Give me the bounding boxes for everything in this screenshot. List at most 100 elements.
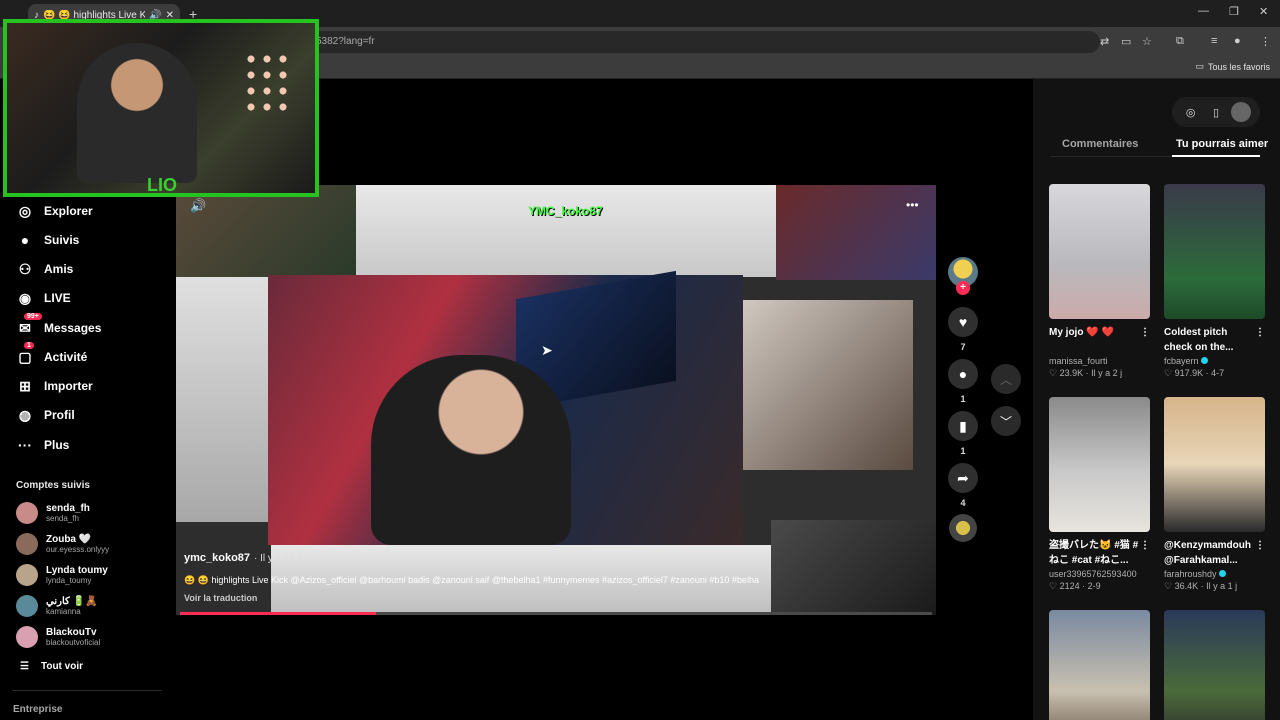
translate-icon[interactable]: ⇄ xyxy=(1100,35,1109,48)
following-account[interactable]: كارني 🔋🧸 kamianna xyxy=(16,595,97,617)
card-title-row: @Kenzymamdouh @Farahkamal... ⋮ xyxy=(1164,538,1265,568)
notification-badge: 1 xyxy=(24,342,34,349)
webcam-overlay: LIO xyxy=(3,19,319,197)
sidebar-item-importer[interactable]: ⊞ Importer xyxy=(16,377,93,395)
suggested-video-card[interactable]: @Kenzymamdouh @Farahkamal... ⋮ farahroushd… xyxy=(1164,397,1265,592)
tab-suggested[interactable]: Tu pourrais aimer xyxy=(1176,138,1268,150)
video-progress-bar[interactable] xyxy=(180,612,932,615)
tab-comments[interactable]: Commentaires xyxy=(1062,138,1138,150)
suggested-video-card[interactable]: Coldest pitch check on the... ⋮ fcbayern ♡ … xyxy=(1164,184,1265,379)
suggested-video-card[interactable]: My jojo ❤️ ❤️ ⋮ manissa_fourti ♡ 23.9K · Il… xyxy=(1049,184,1150,379)
phone-icon[interactable]: ▯ xyxy=(1206,102,1226,122)
sidebar-item-plus[interactable]: ··· Plus xyxy=(16,436,69,454)
webcam-person xyxy=(77,43,197,183)
minimize-button[interactable]: — xyxy=(1198,5,1209,17)
verified-badge-icon xyxy=(1200,357,1208,364)
video-thumbnail[interactable] xyxy=(1049,397,1150,532)
entreprise-link[interactable]: Entreprise xyxy=(13,704,62,715)
video-more-icon[interactable]: ••• xyxy=(906,198,919,212)
video-tile-right xyxy=(743,300,913,470)
following-account[interactable]: Lynda toumy lynda_toumy xyxy=(16,564,108,586)
volume-icon[interactable]: 🔊 xyxy=(190,198,206,214)
card-user-row[interactable]: manissa_fourti xyxy=(1049,356,1150,366)
sidebar-item-label: Explorer xyxy=(44,204,93,218)
sidebar-item-label: LIVE xyxy=(44,291,71,305)
follow-plus-button[interactable]: + xyxy=(956,281,970,295)
following-account-text: Lynda toumy lynda_toumy xyxy=(46,565,108,585)
video-author[interactable]: ymc_koko87 · Il y a 12 h xyxy=(184,552,304,564)
following-account[interactable]: senda_fh senda_fh xyxy=(16,502,90,524)
sidebar-item-explorer[interactable]: ◎ Explorer xyxy=(16,202,93,220)
right-panel-toolbar: ◎ ▯ xyxy=(1172,97,1260,127)
suggested-video-card[interactable] xyxy=(1164,610,1265,720)
video-time: · Il y a 12 h xyxy=(254,553,304,564)
translate-link[interactable]: Voir la traduction xyxy=(184,593,257,603)
card-more-icon[interactable]: ⋮ xyxy=(1255,538,1265,568)
bookmark-star-icon[interactable]: ☆ xyxy=(1142,35,1152,48)
sidebar-item-live[interactable]: ◉ LIVE xyxy=(16,289,71,307)
heart-icon: ♥ xyxy=(958,314,968,330)
card-more-icon[interactable]: ⋮ xyxy=(1255,325,1265,355)
card-user[interactable]: user33965762593400 xyxy=(1049,569,1137,579)
suggested-video-card[interactable]: 盗撮バレた😺 #猫 #ねこ #cat #ねこ... ⋮ user3396576259… xyxy=(1049,397,1150,592)
video-thumbnail[interactable] xyxy=(1049,610,1150,720)
video-tile-wall xyxy=(356,185,776,277)
chevron-up-icon: ︿ xyxy=(999,372,1012,387)
profile-avatar-icon[interactable]: ● xyxy=(1234,35,1241,47)
compass-small-icon[interactable]: ◎ xyxy=(1181,102,1201,122)
sidebar-item-label: Importer xyxy=(44,379,93,393)
next-video-button[interactable]: ﹀ xyxy=(991,406,1021,436)
card-title: 盗撮バレた😺 #猫 #ねこ #cat #ねこ... xyxy=(1049,540,1139,566)
like-button[interactable]: ♥ xyxy=(948,307,978,337)
all-bookmarks-button[interactable]: ▭ Tous les favoris xyxy=(1195,61,1270,72)
card-title-row: 盗撮バレた😺 #猫 #ねこ #cat #ねこ... ⋮ xyxy=(1049,538,1150,568)
following-handle: kamianna xyxy=(46,607,81,616)
window-close-button[interactable]: ✕ xyxy=(1259,5,1268,18)
sidebar-item-messages[interactable]: ✉ 99+ Messages xyxy=(16,313,102,337)
sound-disc[interactable] xyxy=(949,514,977,542)
following-account-text: كارني 🔋🧸 kamianna xyxy=(46,596,97,616)
user-avatar-icon[interactable] xyxy=(1231,102,1252,122)
sidebar-item-amis[interactable]: ⚇ Amis xyxy=(16,260,74,278)
video-thumbnail[interactable] xyxy=(1164,610,1265,720)
video-player[interactable] xyxy=(176,185,936,615)
card-user-row[interactable]: farahroushdy xyxy=(1164,569,1265,579)
sidebar-item-label: Messages xyxy=(44,321,102,335)
see-all-button[interactable]: ☰ Tout voir xyxy=(20,661,83,672)
following-handle: blackoutvoficial xyxy=(46,638,101,647)
address-bar[interactable]: 5382?lang=fr xyxy=(300,31,1100,53)
card-user-row[interactable]: user33965762593400 xyxy=(1049,569,1150,579)
following-avatar-icon: ● xyxy=(20,232,30,248)
following-account[interactable]: Zouba 🤍 our.eyesss.onlyyy xyxy=(16,533,109,555)
comment-button[interactable]: ● xyxy=(948,359,978,389)
card-user[interactable]: fcbayern xyxy=(1164,356,1199,366)
card-more-icon[interactable]: ⋮ xyxy=(1140,538,1150,568)
sidebar-item-suivis[interactable]: ● Suivis xyxy=(16,231,80,249)
media-control-icon[interactable]: ≡ xyxy=(1211,35,1217,47)
comment-count: 1 xyxy=(960,394,966,404)
following-account[interactable]: BlackouTv blackoutvoficial xyxy=(16,626,100,648)
avatar xyxy=(16,595,38,617)
card-user-row[interactable]: fcbayern xyxy=(1164,356,1265,366)
share-button[interactable]: ➦ xyxy=(948,463,978,493)
following-handle: lynda_toumy xyxy=(46,576,92,585)
extensions-icon[interactable]: ⧉ xyxy=(1176,35,1184,48)
tab-active-indicator xyxy=(1172,155,1260,157)
card-more-icon[interactable]: ⋮ xyxy=(1140,325,1150,355)
video-thumbnail[interactable] xyxy=(1049,184,1150,319)
sidebar-item-profil[interactable]: ◍ Profil xyxy=(16,406,75,424)
suggested-video-card[interactable] xyxy=(1049,610,1150,720)
cast-icon[interactable]: ▭ xyxy=(1121,35,1131,48)
sidebar-item-label: Amis xyxy=(44,262,74,276)
sidebar-item-activit-[interactable]: ▢ 1 Activité xyxy=(16,342,87,366)
card-user[interactable]: farahroushdy xyxy=(1164,569,1217,579)
previous-video-button[interactable]: ︿ xyxy=(991,364,1021,394)
video-author-name[interactable]: ymc_koko87 xyxy=(184,552,250,564)
card-user[interactable]: manissa_fourti xyxy=(1049,356,1108,366)
restore-button[interactable]: ❐ xyxy=(1229,5,1239,18)
browser-menu-icon[interactable]: ⋮ xyxy=(1260,35,1271,48)
video-thumbnail[interactable] xyxy=(1164,184,1265,319)
video-watermark: YMC_koko87 xyxy=(528,204,603,218)
video-thumbnail[interactable] xyxy=(1164,397,1265,532)
save-button[interactable]: ▮ xyxy=(948,411,978,441)
